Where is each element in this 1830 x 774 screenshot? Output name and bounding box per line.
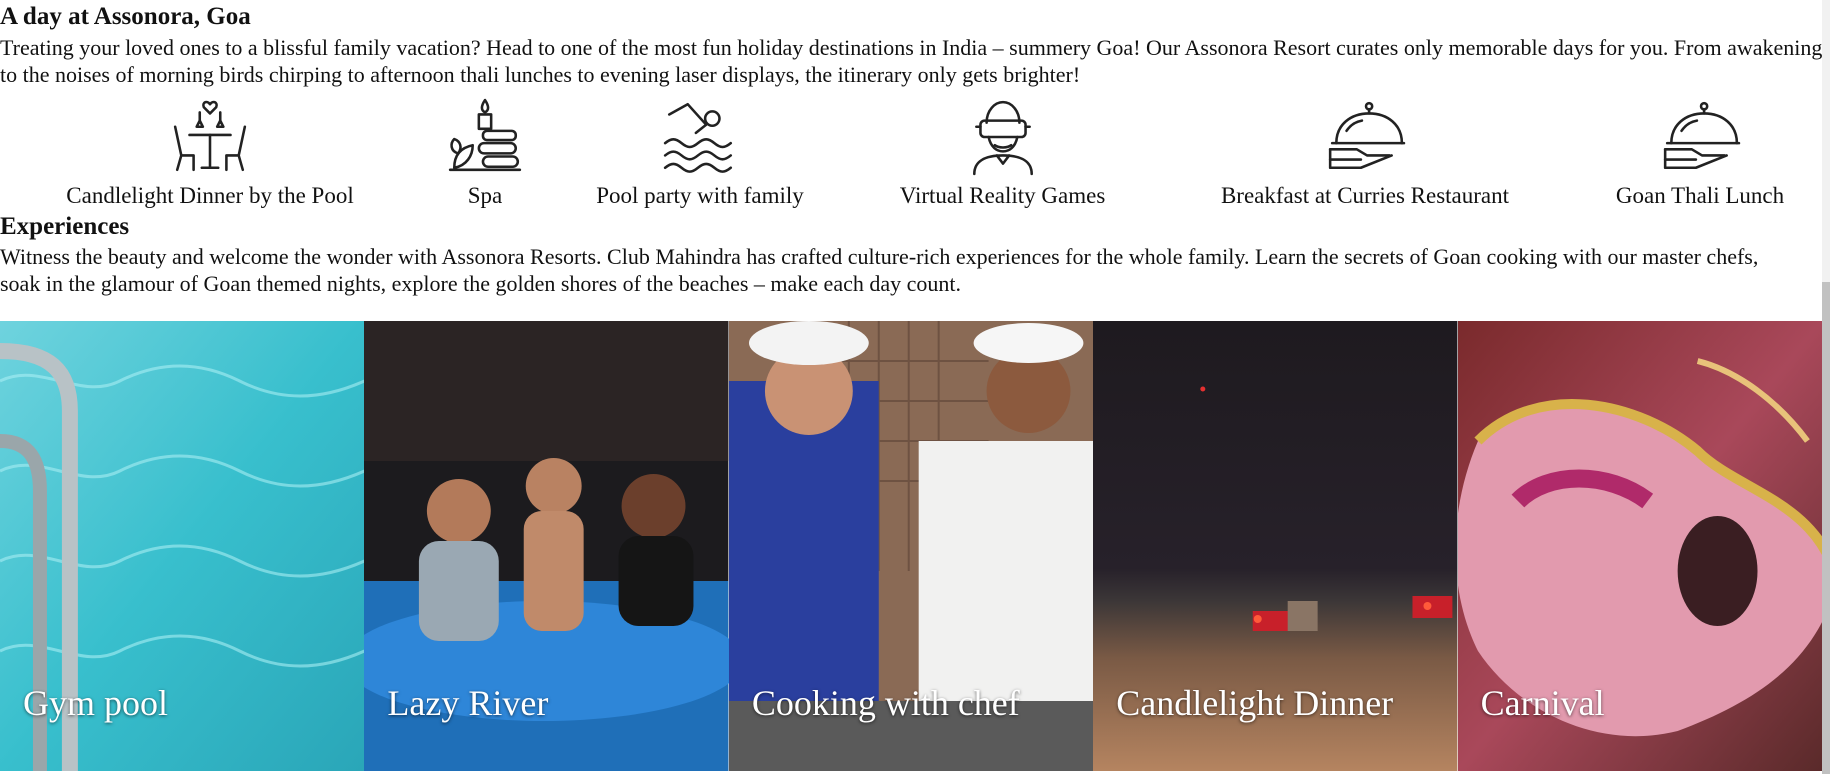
amenity-spa: Spa bbox=[420, 96, 550, 210]
amenities-row: Candlelight Dinner by the Pool Spa Pool … bbox=[0, 96, 1830, 212]
page-scrollbar[interactable] bbox=[1822, 0, 1830, 774]
experiences-gallery: Gym pool Lazy River Cooking with chef Ca… bbox=[0, 321, 1823, 771]
serving-cloche-icon bbox=[1663, 101, 1741, 170]
experiences-title: Experiences bbox=[0, 213, 130, 240]
experience-tile-cooking-with-chef[interactable]: Cooking with chef bbox=[728, 321, 1094, 771]
amenity-goan-thali: Goan Thali Lunch bbox=[1595, 96, 1805, 210]
spa-icon bbox=[448, 98, 522, 172]
tile-caption: Candlelight Dinner bbox=[1116, 683, 1394, 723]
scrollbar-thumb[interactable] bbox=[1822, 282, 1830, 774]
experiences-description: Witness the beauty and welcome the wonde… bbox=[0, 244, 1759, 296]
amenity-candlelight-dinner: Candlelight Dinner by the Pool bbox=[60, 96, 360, 210]
amenity-label: Spa bbox=[467, 183, 503, 208]
tile-caption: Carnival bbox=[1480, 683, 1605, 723]
amenity-label: Pool party with family bbox=[596, 183, 804, 208]
candlelight-dinner-icon bbox=[173, 100, 247, 172]
serving-cloche-icon bbox=[1328, 101, 1406, 170]
amenity-label: Virtual Reality Games bbox=[899, 183, 1106, 208]
amenity-label: Breakfast at Curries Restaurant bbox=[1220, 183, 1510, 208]
amenity-label: Goan Thali Lunch bbox=[1615, 183, 1785, 208]
tile-caption: Gym pool bbox=[23, 683, 169, 723]
experience-tile-gym-pool[interactable]: Gym pool bbox=[0, 321, 365, 771]
page: A day at Assonora, Goa Treating your lov… bbox=[0, 0, 1830, 774]
amenity-pool-party: Pool party with family bbox=[580, 96, 820, 210]
amenity-breakfast: Breakfast at Curries Restaurant bbox=[1200, 96, 1530, 210]
amenity-vr-games: Virtual Reality Games bbox=[880, 96, 1125, 210]
experience-tile-lazy-river[interactable]: Lazy River bbox=[364, 321, 729, 771]
tile-caption: Lazy River bbox=[387, 683, 549, 723]
vr-headset-icon bbox=[972, 100, 1033, 176]
experience-tile-candlelight-dinner[interactable]: Candlelight Dinner bbox=[1093, 321, 1458, 771]
swimmer-icon bbox=[663, 102, 733, 173]
amenity-label: Candlelight Dinner by the Pool bbox=[66, 183, 354, 208]
day-section-title: A day at Assonora, Goa bbox=[0, 3, 251, 30]
experience-tile-carnival[interactable]: Carnival bbox=[1457, 321, 1823, 771]
day-section-description: Treating your loved ones to a blissful f… bbox=[0, 35, 1823, 87]
tile-caption: Cooking with chef bbox=[751, 683, 1020, 723]
